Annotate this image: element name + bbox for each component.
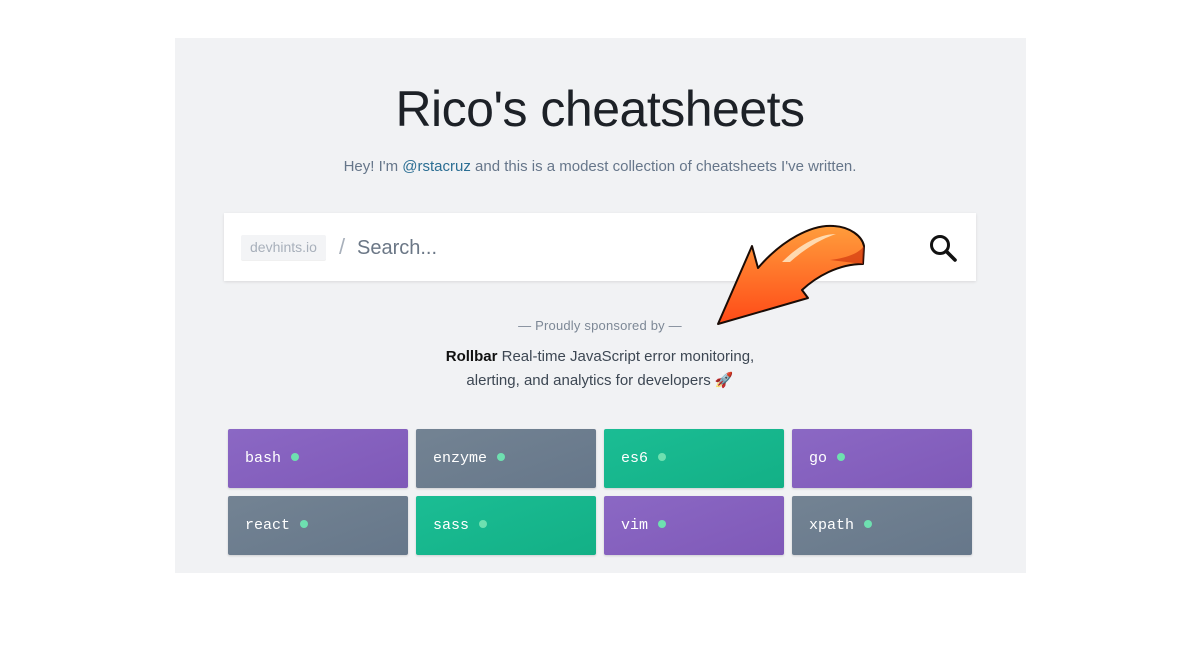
sheet-tile-react[interactable]: react bbox=[228, 496, 408, 555]
sheet-tile-label: enzyme bbox=[433, 450, 506, 467]
sheet-tile-label: vim bbox=[621, 517, 667, 534]
sheet-tile-enzyme[interactable]: enzyme bbox=[416, 429, 596, 488]
sheet-tile-xpath[interactable]: xpath bbox=[792, 496, 972, 555]
page-title: Rico's cheatsheets bbox=[395, 81, 805, 137]
orange-arrow-icon bbox=[717, 224, 865, 325]
sheet-tile-bash[interactable]: bash bbox=[228, 429, 408, 488]
sheet-tile-es6[interactable]: es6 bbox=[604, 429, 784, 488]
page-subtitle: Hey! I'm @rstacruz and this is a modest … bbox=[0, 158, 1200, 175]
search-icon[interactable] bbox=[928, 233, 958, 263]
sponsor-label: — Proudly sponsored by — bbox=[518, 318, 682, 333]
sheet-tile-label: go bbox=[809, 450, 846, 467]
sheet-tile-sass[interactable]: sass bbox=[416, 496, 596, 555]
status-dot-icon bbox=[300, 520, 309, 528]
status-dot-icon bbox=[291, 453, 300, 461]
subtitle-text-end: and this is a modest collection of cheat… bbox=[470, 158, 857, 175]
status-dot-icon bbox=[658, 453, 667, 461]
path-separator: / bbox=[339, 234, 346, 259]
sheet-tile-label: react bbox=[245, 517, 309, 534]
sponsor-name: Rollbar bbox=[445, 348, 498, 365]
sheet-tile-go[interactable]: go bbox=[792, 429, 972, 488]
sheet-tile-label: xpath bbox=[809, 517, 873, 534]
status-dot-icon bbox=[497, 453, 506, 461]
subtitle-text-start: Hey! I'm bbox=[343, 158, 403, 175]
status-dot-icon bbox=[658, 520, 667, 528]
status-dot-icon bbox=[479, 520, 488, 528]
sponsor-ad[interactable]: Rollbar Real-time JavaScript error monit… bbox=[420, 345, 780, 393]
sheet-tile-vim[interactable]: vim bbox=[604, 496, 784, 555]
sponsor-description: Real-time JavaScript error monitoring, a… bbox=[466, 348, 755, 389]
sheet-tile-label: bash bbox=[245, 450, 300, 467]
status-dot-icon bbox=[837, 453, 846, 461]
sheet-tile-label: sass bbox=[433, 517, 488, 534]
domain-badge: devhints.io bbox=[241, 235, 326, 260]
sheet-tile-label: es6 bbox=[621, 450, 667, 467]
status-dot-icon bbox=[864, 520, 873, 528]
author-link[interactable]: @rstacruz bbox=[402, 158, 471, 175]
